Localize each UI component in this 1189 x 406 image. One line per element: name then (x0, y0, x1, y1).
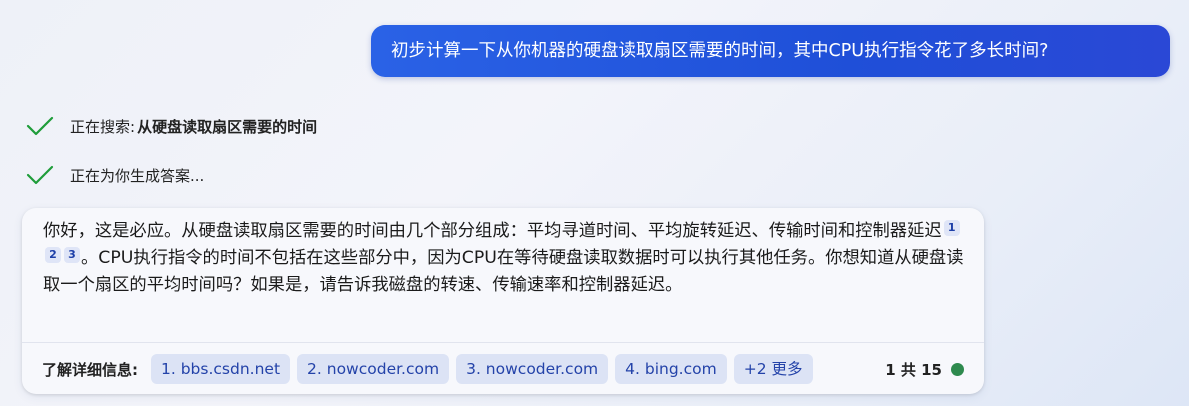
answer-card: 你好，这是必应。从硬盘读取扇区需要的时间由几个部分组成：平均寻道时间、平均旋转延… (22, 208, 984, 394)
learn-more-bar: 了解详细信息: 1. bbs.csdn.net 2. nowcoder.com … (42, 354, 964, 384)
source-link-4[interactable]: 4. bing.com (615, 354, 727, 384)
status-generating-label: 正在为你生成答案... (70, 166, 205, 185)
citation-3[interactable]: 3 (64, 247, 80, 263)
source-link-2[interactable]: 2. nowcoder.com (297, 354, 450, 384)
checkmark-icon (26, 165, 54, 185)
divider (22, 342, 984, 343)
answer-text-part2: 。CPU执行指令的时间不包括在这些部分中，因为CPU在等待硬盘读取数据时可以执行… (43, 248, 964, 295)
learn-more-label: 了解详细信息: (42, 360, 138, 379)
source-link-3[interactable]: 3. nowcoder.com (456, 354, 609, 384)
status-generating: 正在为你生成答案... (26, 162, 204, 188)
citation-1[interactable]: 1 (943, 220, 960, 236)
answer-text: 你好，这是必应。从硬盘读取扇区需要的时间由几个部分组成：平均寻道时间、平均旋转延… (43, 218, 968, 299)
status-searching-query: 从硬盘读取扇区需要的时间 (137, 117, 318, 136)
checkmark-icon (26, 116, 54, 136)
user-message-text: 初步计算一下从你机器的硬盘读取扇区需要的时间，其中CPU执行指令花了多长时间? (391, 41, 1049, 61)
source-link-1[interactable]: 1. bbs.csdn.net (151, 354, 291, 384)
status-dot-icon (951, 362, 964, 376)
status-searching: 正在搜索: 从硬盘读取扇区需要的时间 (26, 113, 317, 139)
user-message-bubble: 初步计算一下从你机器的硬盘读取扇区需要的时间，其中CPU执行指令花了多长时间? (371, 25, 1170, 77)
status-searching-label: 正在搜索: (70, 117, 136, 136)
more-sources-button[interactable]: +2 更多 (733, 354, 813, 384)
citation-2[interactable]: 2 (45, 247, 61, 263)
turn-counter: 1 共 15 (885, 360, 942, 379)
answer-text-part1: 你好，这是必应。从硬盘读取扇区需要的时间由几个部分组成：平均寻道时间、平均旋转延… (43, 221, 942, 241)
